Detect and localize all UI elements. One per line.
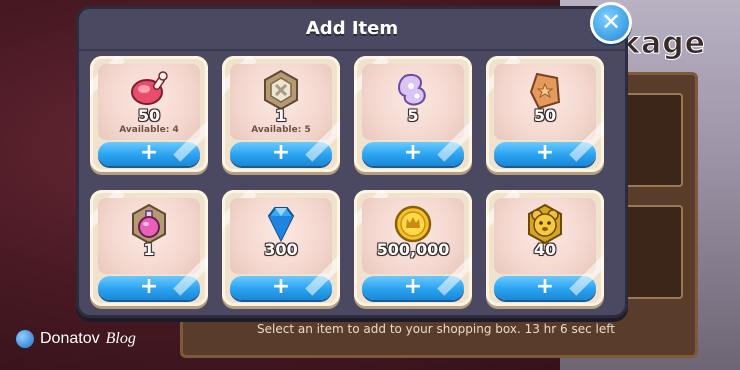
shopping-box-timer-text: Select an item to add to your shopping b… <box>257 322 615 336</box>
item-card: 1 Available: 5 + <box>222 56 340 172</box>
item-quantity: 1 <box>143 240 155 259</box>
item-available: Available: 4 <box>119 125 179 135</box>
add-item-button[interactable]: + <box>230 276 332 300</box>
add-item-button[interactable]: + <box>230 142 332 166</box>
background-title: kage <box>619 26 707 62</box>
box-slot <box>623 205 683 299</box>
add-item-button[interactable]: + <box>98 142 200 166</box>
item-quantity: 40 <box>533 240 557 259</box>
item-quantity: 1 <box>275 106 287 125</box>
item-quantity: 500,000 <box>376 240 450 259</box>
add-item-button[interactable]: + <box>98 276 200 300</box>
dialog-header: Add Item <box>79 9 625 51</box>
item-card: 40 + <box>486 190 604 306</box>
item-card: 50 + <box>486 56 604 172</box>
dialog-title: Add Item <box>305 18 399 39</box>
watermark-suffix: Blog <box>105 330 136 347</box>
item-available: Available: 5 <box>251 125 311 135</box>
item-quantity: 5 <box>407 106 419 125</box>
watermark: Donatov Blog <box>16 330 136 348</box>
add-item-button[interactable]: + <box>494 142 596 166</box>
add-item-button[interactable]: + <box>362 142 464 166</box>
watermark-logo-icon <box>16 330 34 348</box>
item-card: 50 Available: 4 + <box>90 56 208 172</box>
add-item-button[interactable]: + <box>362 276 464 300</box>
close-button[interactable]: ✕ <box>590 2 632 44</box>
item-grid: 50 Available: 4 + 1 Available: 5 + 5 + 5… <box>90 56 606 306</box>
item-quantity: 50 <box>533 106 557 125</box>
item-card: 5 + <box>354 56 472 172</box>
item-card: 300 + <box>222 190 340 306</box>
item-card: 1 + <box>90 190 208 306</box>
item-card: 500,000 + <box>354 190 472 306</box>
item-quantity: 300 <box>264 240 298 259</box>
add-item-button[interactable]: + <box>494 276 596 300</box>
item-quantity: 50 <box>137 106 161 125</box>
watermark-name: Donatov <box>40 330 100 347</box>
box-slot <box>623 93 683 187</box>
